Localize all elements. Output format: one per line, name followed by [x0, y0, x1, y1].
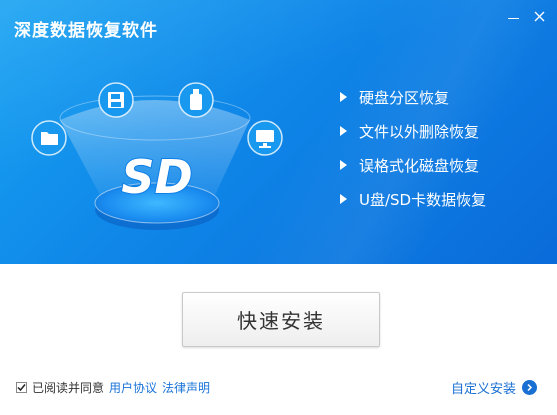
- feature-item: U盘/SD卡数据恢复: [340, 182, 486, 216]
- checkmark-icon: [17, 384, 26, 392]
- triangle-bullet-icon: [340, 126, 347, 136]
- feature-item: 文件以外删除恢复: [340, 114, 486, 148]
- monitor-icon: [247, 120, 283, 156]
- feature-label: U盘/SD卡数据恢复: [359, 190, 487, 209]
- feature-list: 硬盘分区恢复 文件以外删除恢复 误格式化磁盘恢复 U盘/SD卡数据恢复: [340, 80, 486, 216]
- header-banner: 深度数据恢复软件 SD 硬盘分区恢复 文件以外删除恢复 误格式化磁盘恢复 U盘/…: [0, 0, 557, 264]
- feature-label: 硬盘分区恢复: [359, 88, 450, 107]
- agreement-row: 已阅读并同意 用户协议 法律声明: [16, 379, 210, 396]
- feature-label: 文件以外删除恢复: [359, 122, 480, 141]
- triangle-bullet-icon: [340, 194, 347, 204]
- legal-statement-link[interactable]: 法律声明: [162, 379, 210, 396]
- folder-icon: [31, 120, 67, 156]
- minimize-button[interactable]: [503, 6, 523, 26]
- minimize-icon: [507, 17, 519, 19]
- save-disk-icon: [98, 82, 134, 118]
- triangle-bullet-icon: [340, 92, 347, 102]
- agree-checkbox[interactable]: [16, 382, 27, 393]
- app-title: 深度数据恢复软件: [14, 21, 158, 41]
- agree-label: 已阅读并同意: [32, 381, 105, 395]
- custom-install-label: 自定义安装: [451, 382, 517, 397]
- arrow-right-icon: [522, 380, 538, 395]
- triangle-bullet-icon: [340, 160, 347, 170]
- sd-logo: SD: [121, 150, 192, 204]
- feature-item: 硬盘分区恢复: [340, 80, 486, 114]
- user-agreement-link[interactable]: 用户协议: [109, 379, 157, 396]
- custom-install-link[interactable]: 自定义安装: [451, 378, 538, 397]
- close-button[interactable]: [529, 6, 549, 26]
- feature-item: 误格式化磁盘恢复: [340, 148, 486, 182]
- feature-label: 误格式化磁盘恢复: [359, 156, 480, 175]
- close-icon: [534, 11, 544, 21]
- usb-drive-icon: [178, 82, 214, 118]
- quick-install-button[interactable]: 快速安装: [182, 292, 380, 347]
